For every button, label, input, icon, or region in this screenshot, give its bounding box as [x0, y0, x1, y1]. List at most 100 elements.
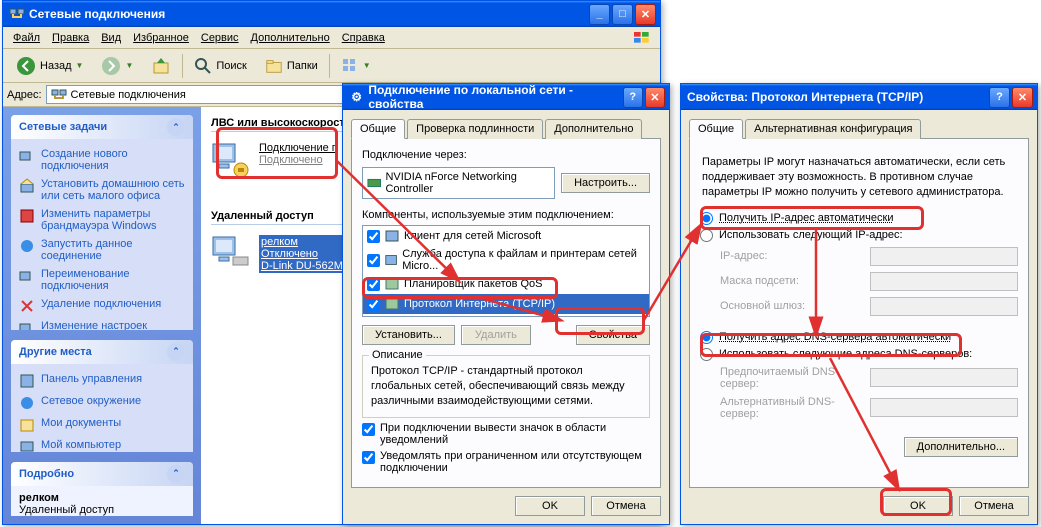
- help-button[interactable]: ?: [623, 87, 643, 108]
- back-button[interactable]: Назад ▼: [9, 51, 90, 81]
- connection-icon: [211, 235, 251, 273]
- chevron-up-icon: ⌃: [167, 343, 185, 361]
- cancel-button[interactable]: Отмена: [959, 496, 1029, 516]
- back-dropdown-icon[interactable]: ▼: [76, 61, 84, 70]
- connection-state: Подключено: [259, 154, 338, 166]
- network-icon: ⚙: [349, 89, 364, 105]
- chk-notify-label: Уведомлять при ограниченном или отсутств…: [380, 450, 650, 474]
- task-delete[interactable]: Удаление подключения: [19, 295, 185, 317]
- component-fileshare[interactable]: Служба доступа к файлам и принтерам сете…: [363, 246, 649, 274]
- configure-button[interactable]: Настроить...: [561, 173, 650, 193]
- task-firewall[interactable]: Изменить параметры брандмауэра Windows: [19, 205, 185, 235]
- connection-icon: [211, 142, 251, 180]
- menu-help[interactable]: Справка: [336, 30, 391, 46]
- up-button[interactable]: [144, 51, 178, 81]
- minimize-button[interactable]: _: [589, 4, 610, 25]
- tcpip-description: Параметры IP могут назначаться автоматич…: [702, 155, 1016, 200]
- menu-tools[interactable]: Сервис: [195, 30, 245, 46]
- views-dropdown-icon[interactable]: ▼: [363, 61, 371, 70]
- connect-via-label: Подключение через:: [362, 149, 650, 161]
- chk-tray-icon[interactable]: [362, 423, 375, 436]
- radio-ip-auto[interactable]: [700, 212, 713, 225]
- tab-advanced[interactable]: Дополнительно: [545, 119, 642, 139]
- task-home-network[interactable]: Установить домашнюю сеть или сеть малого…: [19, 175, 185, 205]
- dns2-field: [870, 398, 1018, 417]
- close-button[interactable]: ✕: [1012, 87, 1033, 108]
- explorer-title: Сетевые подключения: [29, 7, 165, 21]
- description-text: Протокол TCP/IP - стандартный протокол г…: [371, 364, 641, 409]
- tab-alternative[interactable]: Альтернативная конфигурация: [745, 119, 921, 139]
- connection-properties-dialog: ⚙ Подключение по локальной сети - свойст…: [342, 83, 670, 525]
- connection-name: Подключение п: [259, 142, 338, 154]
- task-my-computer[interactable]: Мой компьютер: [19, 436, 185, 452]
- close-button[interactable]: ✕: [635, 4, 656, 25]
- panel-other-places: Другие места ⌃ Панель управления Сетевое…: [11, 340, 193, 452]
- advanced-button[interactable]: Дополнительно...: [904, 437, 1018, 457]
- connection-state: Отключено: [261, 248, 353, 260]
- install-button[interactable]: Установить...: [362, 325, 455, 345]
- radio-dns-auto[interactable]: [700, 331, 713, 344]
- task-new-connection[interactable]: Создание нового подключения: [19, 145, 185, 175]
- chk-notify[interactable]: [362, 451, 375, 464]
- tab-auth[interactable]: Проверка подлинности: [407, 119, 543, 139]
- menu-file[interactable]: Файл: [7, 30, 46, 46]
- adapter-name: NVIDIA nForce Networking Controller: [385, 171, 550, 195]
- explorer-titlebar[interactable]: Сетевые подключения _ □ ✕: [3, 1, 660, 27]
- tcpip-properties-dialog: Свойства: Протокол Интернета (TCP/IP) ? …: [680, 83, 1038, 525]
- tab-general[interactable]: Общие: [689, 119, 743, 139]
- forward-dropdown-icon[interactable]: ▼: [125, 61, 133, 70]
- close-button[interactable]: ✕: [645, 87, 665, 108]
- propdlg-tabs: Общие Проверка подлинности Дополнительно: [351, 119, 661, 139]
- maximize-button[interactable]: □: [612, 4, 633, 25]
- ok-button[interactable]: OK: [515, 496, 585, 516]
- forward-button[interactable]: ▼: [94, 51, 140, 81]
- ip-label: IP-адрес:: [720, 250, 870, 262]
- help-button[interactable]: ?: [989, 87, 1010, 108]
- connection-hw: D-Link DU-562M E: [261, 260, 353, 272]
- network-icon: [9, 6, 25, 22]
- back-label: Назад: [40, 60, 72, 72]
- task-start-connection[interactable]: Запустить данное соединение: [19, 235, 185, 265]
- ok-button[interactable]: OK: [883, 496, 953, 516]
- details-name: релком: [19, 492, 185, 504]
- propdlg-titlebar[interactable]: ⚙ Подключение по локальной сети - свойст…: [343, 84, 669, 110]
- menu-advanced[interactable]: Дополнительно: [245, 30, 336, 46]
- views-button[interactable]: ▼: [334, 52, 378, 80]
- component-client[interactable]: Клиент для сетей Microsoft: [363, 226, 649, 246]
- connection-name: релком: [261, 236, 353, 248]
- address-value: Сетевые подключения: [71, 89, 186, 101]
- panel-network-tasks: Сетевые задачи ⌃ Создание нового подключ…: [11, 115, 193, 330]
- radio-dns-manual-label: Использовать следующие адреса DNS-сервер…: [719, 348, 972, 360]
- search-label: Поиск: [216, 60, 246, 72]
- task-control-panel[interactable]: Панель управления: [19, 370, 185, 392]
- menu-view[interactable]: Вид: [95, 30, 127, 46]
- task-rename[interactable]: Переименование подключения: [19, 265, 185, 295]
- tcpdlg-titlebar[interactable]: Свойства: Протокол Интернета (TCP/IP) ? …: [681, 84, 1037, 110]
- radio-ip-manual[interactable]: [700, 229, 713, 242]
- explorer-toolbar: Назад ▼ ▼ Поиск Папки ▼: [3, 49, 660, 83]
- task-change-settings[interactable]: Изменение настроек подключения: [19, 317, 185, 330]
- panel-other-places-header[interactable]: Другие места ⌃: [11, 340, 193, 364]
- cancel-button[interactable]: Отмена: [591, 496, 661, 516]
- menu-favorites[interactable]: Избранное: [127, 30, 195, 46]
- task-my-documents[interactable]: Мои документы: [19, 414, 185, 436]
- radio-dns-manual[interactable]: [700, 348, 713, 361]
- panel-details-header[interactable]: Подробно ⌃: [11, 462, 193, 486]
- panel-details: Подробно ⌃ релком Удаленный доступ: [11, 462, 193, 516]
- component-qos[interactable]: Планировщик пакетов QoS: [363, 274, 649, 294]
- folders-button[interactable]: Папки: [258, 52, 325, 80]
- tab-general[interactable]: Общие: [351, 119, 405, 139]
- remove-button[interactable]: Удалить: [461, 325, 531, 345]
- search-button[interactable]: Поиск: [187, 52, 253, 80]
- menu-edit[interactable]: Правка: [46, 30, 95, 46]
- radio-ip-manual-label: Использовать следующий IP-адрес:: [719, 229, 903, 241]
- panel-network-tasks-header[interactable]: Сетевые задачи ⌃: [11, 115, 193, 139]
- components-list[interactable]: Клиент для сетей Microsoft Служба доступ…: [362, 225, 650, 317]
- task-network-neighborhood[interactable]: Сетевое окружение: [19, 392, 185, 414]
- dns1-field: [870, 368, 1018, 387]
- windows-flag-icon: [628, 29, 656, 47]
- components-label: Компоненты, используемые этим подключени…: [362, 209, 650, 221]
- properties-button[interactable]: Свойства: [576, 325, 650, 345]
- component-tcpip[interactable]: Протокол Интернета (TCP/IP): [363, 294, 649, 314]
- radio-dns-auto-label: Получить адрес DNS-сервера автоматически: [719, 331, 951, 343]
